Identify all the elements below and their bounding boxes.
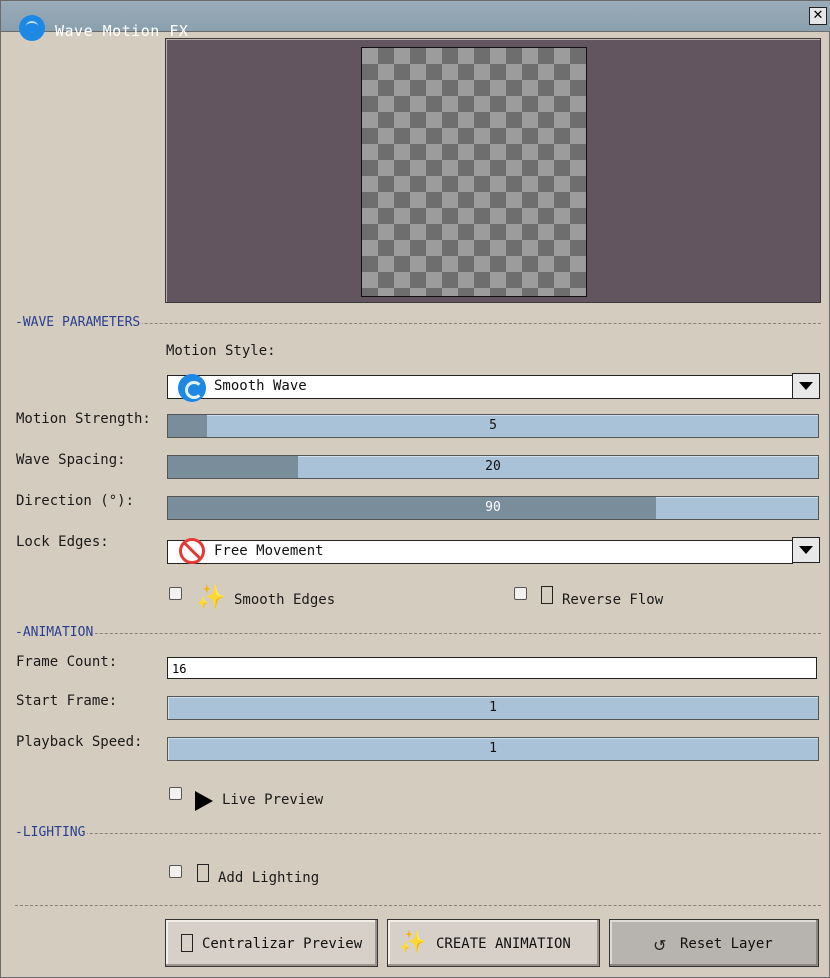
blank-icon	[197, 864, 209, 882]
title-bar[interactable]: Wave Motion FX ✕	[1, 1, 830, 41]
wave-parameters-heading: -WAVE PARAMETERS	[15, 315, 143, 330]
center-preview-button[interactable]: Centralizar Preview	[165, 919, 378, 967]
lock-edges-label: Lock Edges:	[16, 534, 109, 550]
reverse-flow-label: Reverse Flow	[562, 592, 664, 608]
live-preview-label: Live Preview	[222, 792, 324, 808]
start-frame-label: Start Frame:	[16, 693, 118, 709]
wave-icon	[19, 15, 45, 41]
wave-spacing-slider[interactable]: 20	[167, 455, 819, 479]
direction-label: Direction (°):	[16, 493, 135, 509]
section-divider	[15, 633, 821, 634]
lock-edges-value: Free Movement	[214, 543, 324, 559]
play-icon	[195, 791, 213, 811]
undo-icon: ↺	[653, 936, 667, 955]
add-lighting-checkbox[interactable]	[169, 865, 182, 878]
wave-motion-fx-window: Wave Motion FX ✕ -WAVE PARAMETERS Motion…	[0, 0, 830, 978]
transparent-canvas-preview	[361, 47, 587, 297]
smooth-edges-checkbox[interactable]	[169, 587, 182, 600]
direction-slider[interactable]: 90	[167, 496, 819, 520]
animation-heading: -ANIMATION	[15, 625, 96, 640]
wave-spacing-label: Wave Spacing:	[16, 452, 126, 468]
chevron-down-icon[interactable]	[792, 537, 820, 563]
close-button[interactable]: ✕	[809, 7, 827, 25]
motion-style-dropdown[interactable]: Smooth Wave	[167, 375, 793, 399]
slider-value: 90	[485, 500, 501, 515]
wave-icon	[178, 374, 206, 402]
playback-speed-slider[interactable]: 1	[167, 737, 819, 761]
center-preview-label: Centralizar Preview	[202, 936, 363, 952]
live-preview-checkbox[interactable]	[169, 787, 182, 800]
motion-strength-label: Motion Strength:	[16, 411, 151, 427]
frame-count-label: Frame Count:	[16, 654, 118, 670]
section-divider	[15, 833, 821, 834]
chevron-down-icon[interactable]	[792, 373, 820, 399]
prohibited-icon	[179, 538, 205, 564]
footer-divider	[15, 905, 821, 906]
playback-speed-label: Playback Speed:	[16, 734, 143, 750]
animation-section: -ANIMATION	[15, 625, 821, 641]
sparkles-icon: ✨	[196, 583, 226, 611]
slider-value: 20	[485, 459, 501, 474]
lighting-section: -LIGHTING	[15, 825, 821, 841]
reset-layer-label: Reset Layer	[680, 936, 773, 952]
frame-count-input[interactable]: 16	[167, 657, 817, 679]
preview-area[interactable]	[165, 38, 821, 303]
smooth-edges-label: Smooth Edges	[234, 592, 336, 608]
slider-value: 5	[489, 418, 497, 433]
slider-value: 1	[489, 741, 497, 756]
wave-parameters-section: -WAVE PARAMETERS	[15, 315, 821, 331]
lock-edges-dropdown[interactable]: Free Movement	[167, 540, 793, 564]
motion-style-value: Smooth Wave	[214, 378, 307, 394]
start-frame-slider[interactable]: 1	[167, 696, 819, 720]
blank-icon	[181, 934, 193, 952]
motion-strength-slider[interactable]: 5	[167, 414, 819, 438]
slider-value: 1	[489, 700, 497, 715]
create-animation-button[interactable]: ✨ CREATE ANIMATION	[387, 919, 600, 967]
motion-style-label: Motion Style:	[166, 343, 276, 359]
lighting-heading: -LIGHTING	[15, 825, 88, 840]
reverse-flow-checkbox[interactable]	[514, 587, 527, 600]
blank-icon	[541, 586, 553, 604]
add-lighting-label: Add Lighting	[218, 870, 320, 886]
reset-layer-button[interactable]: Reset Layer	[609, 919, 819, 967]
create-animation-label: CREATE ANIMATION	[436, 936, 571, 952]
sparkles-icon: ✨	[399, 930, 427, 955]
